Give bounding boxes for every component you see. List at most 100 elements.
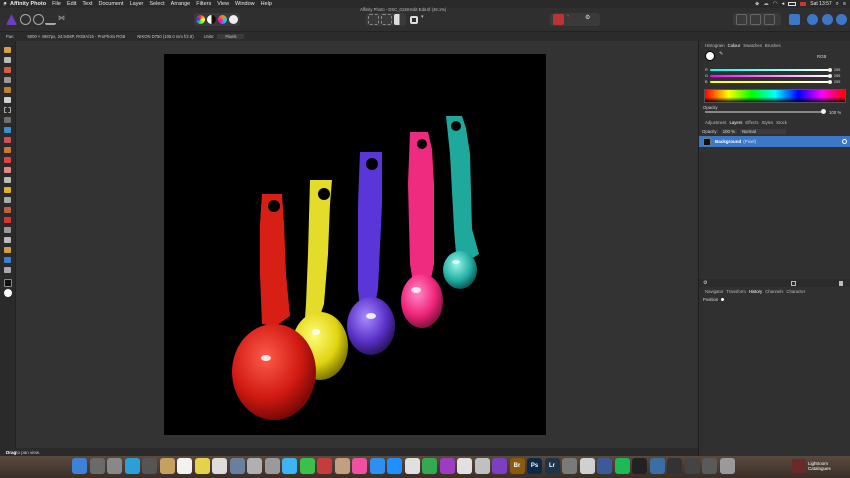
layer-row[interactable]: Background (Pixel) <box>699 136 850 147</box>
tab-channels[interactable]: Channels <box>765 289 783 294</box>
volume-icon[interactable]: ◂ <box>782 1 785 7</box>
spotlight-icon[interactable]: ⌕ <box>836 1 839 8</box>
numbers-icon[interactable] <box>422 458 437 474</box>
app-store-icon[interactable] <box>369 458 385 474</box>
menu-layer[interactable]: Layer <box>130 1 144 7</box>
flag-icon[interactable] <box>800 2 807 6</box>
system-preferences-icon[interactable] <box>107 458 122 474</box>
view-tool-icon[interactable] <box>4 57 11 63</box>
photo-persona-icon[interactable] <box>6 14 17 25</box>
blend-mode-dropdown[interactable]: Normal <box>739 128 786 134</box>
zoom-tool-icon[interactable] <box>4 267 11 273</box>
pixel-tool-icon[interactable] <box>4 157 11 163</box>
snapping-icon[interactable] <box>553 14 564 25</box>
image-app-icon[interactable] <box>579 458 595 474</box>
tab-colour[interactable]: Colour <box>728 43 741 48</box>
assistant-icon[interactable]: ⚙ <box>585 14 596 25</box>
wifi-icon[interactable]: ◠ <box>773 1 778 7</box>
view-mode-icon[interactable] <box>807 14 818 25</box>
tab-character[interactable]: Character <box>786 289 805 294</box>
move-tool-icon[interactable] <box>4 47 11 53</box>
layer-opacity-value[interactable]: 100 % <box>720 128 737 134</box>
invert-selection-icon[interactable] <box>394 14 405 25</box>
tab-adjustment[interactable]: Adjustment <box>705 120 727 125</box>
trash-layer-icon[interactable] <box>839 281 843 286</box>
tab-transform[interactable]: Transform <box>726 289 745 294</box>
calendar-icon[interactable] <box>177 458 192 474</box>
dodge-brush-tool-icon[interactable] <box>4 177 11 183</box>
menu-text[interactable]: Text <box>82 1 92 7</box>
eyedropper-icon[interactable]: ✎ <box>719 51 723 57</box>
battery-icon[interactable] <box>788 2 797 6</box>
flood-fill-tool-icon[interactable] <box>4 127 11 133</box>
arrange-forward-icon[interactable] <box>750 14 761 25</box>
itunes-icon[interactable] <box>352 458 367 474</box>
music-app-icon[interactable] <box>597 458 612 474</box>
tab-stock[interactable]: Stock <box>776 120 787 125</box>
auto-colours-icon[interactable] <box>218 15 227 24</box>
chevron-down-icon[interactable]: ▾ <box>421 14 432 25</box>
migration-icon[interactable] <box>264 458 280 474</box>
scanner-icon[interactable] <box>649 458 665 474</box>
facetime-icon[interactable] <box>299 458 315 474</box>
arrange-front-icon[interactable] <box>764 14 775 25</box>
zoom-out-icon[interactable] <box>836 14 847 25</box>
menu-select[interactable]: Select <box>149 1 164 7</box>
cloud-icon[interactable]: ☁ <box>763 1 769 7</box>
compass-icon[interactable] <box>142 458 157 474</box>
red-track[interactable] <box>710 67 832 72</box>
colour-spectrum[interactable] <box>704 89 846 103</box>
colour-swatch-icon[interactable] <box>4 279 12 287</box>
photoshop-icon[interactable]: Ps <box>527 458 542 474</box>
tab-layers[interactable]: Layers <box>730 120 743 125</box>
contacts-icon[interactable] <box>334 458 350 474</box>
spotify-icon[interactable] <box>614 458 630 474</box>
select-all-icon[interactable] <box>368 14 379 25</box>
notification-icon[interactable]: ≡ <box>843 1 846 7</box>
dropbox-icon[interactable]: ◆ <box>755 1 759 7</box>
paint-brush-tool-icon[interactable] <box>4 147 11 153</box>
colour-swatch-white-icon[interactable] <box>4 289 12 297</box>
menu-edit[interactable]: Edit <box>67 1 76 7</box>
disk-utility-icon[interactable] <box>247 458 262 474</box>
opacity-value[interactable]: 100 % <box>829 110 841 115</box>
studio-panels-icon[interactable] <box>789 14 800 25</box>
menu-affinity-photo[interactable]: Affinity Photo <box>10 1 46 7</box>
deselect-icon[interactable] <box>381 14 392 25</box>
preview-icon[interactable] <box>212 458 227 474</box>
node-tool-icon[interactable] <box>4 237 11 243</box>
history-item[interactable]: Position <box>703 297 725 302</box>
opacity-slider[interactable] <box>705 111 823 113</box>
clock[interactable]: Sat 13:57 <box>810 1 831 7</box>
crop-tool-icon[interactable] <box>4 77 11 83</box>
photos-app-icon[interactable] <box>229 458 245 474</box>
color-picker-icon[interactable] <box>457 458 472 474</box>
affinity-designer-icon[interactable] <box>439 458 455 474</box>
menu-document[interactable]: Document <box>99 1 124 7</box>
affinity-photo-icon[interactable] <box>492 458 507 474</box>
menu-view[interactable]: View <box>217 1 229 7</box>
safari-icon[interactable] <box>124 458 140 474</box>
red-slider[interactable]: R 255 <box>705 67 845 72</box>
green-slider[interactable]: G 255 <box>705 73 845 78</box>
finder-icon[interactable] <box>72 458 87 474</box>
menu-window[interactable]: Window <box>235 1 255 7</box>
clone-brush-tool-icon[interactable] <box>4 187 11 193</box>
green-track[interactable] <box>710 73 832 78</box>
colour-well-icon[interactable] <box>705 51 715 61</box>
tab-brushes[interactable]: Brushes <box>765 43 781 48</box>
menu-help[interactable]: Help <box>261 1 272 7</box>
red-dot-icon[interactable]: • <box>567 14 578 25</box>
marquee-tool-icon[interactable] <box>4 107 11 113</box>
erase-brush-tool-icon[interactable] <box>4 167 11 173</box>
arrange-back-icon[interactable] <box>736 14 747 25</box>
flood-select-tool-icon[interactable] <box>4 97 11 103</box>
units-dropdown[interactable]: Pixels <box>217 34 245 39</box>
red-knob[interactable] <box>828 67 832 72</box>
photo-viewer-icon[interactable] <box>684 458 700 474</box>
auto-levels-icon[interactable] <box>196 15 205 24</box>
catalogues-icon[interactable] <box>792 459 806 473</box>
red-value[interactable]: 255 <box>834 68 840 72</box>
layer-settings-icon[interactable]: ⚙ <box>703 280 707 286</box>
auto-white-balance-icon[interactable] <box>229 15 238 24</box>
